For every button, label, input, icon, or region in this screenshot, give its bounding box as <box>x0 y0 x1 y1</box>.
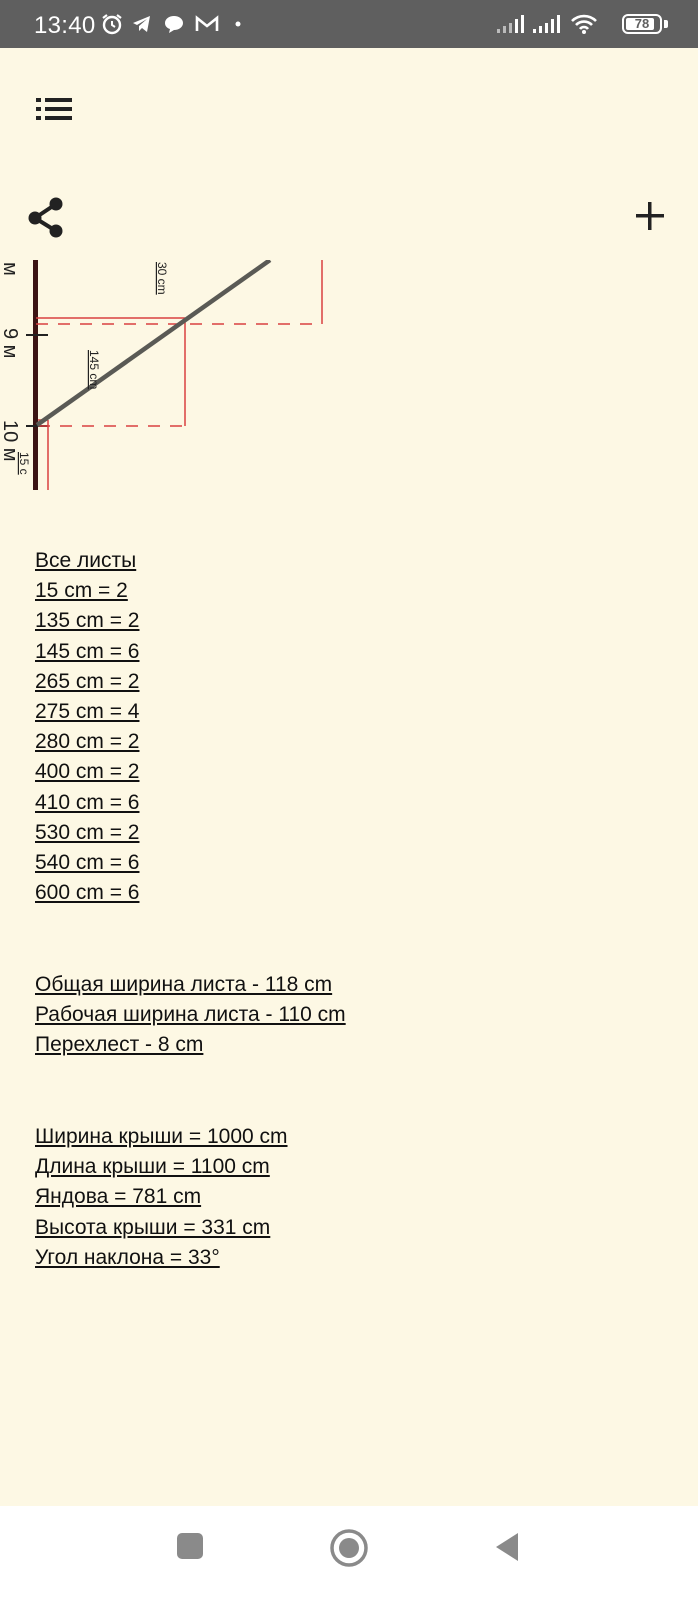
list-item: 540 cm = 6 <box>35 851 140 875</box>
roof-angle: Угол наклона = 33° <box>35 1245 220 1269</box>
battery-tip <box>664 20 668 28</box>
sheet-overlap: Перехлест - 8 cm <box>35 1033 204 1057</box>
status-bar: 13:40 78 <box>0 0 698 48</box>
navigation-bar <box>0 1506 698 1600</box>
label-mark-10: 10 м <box>0 420 21 462</box>
valley-line <box>35 260 272 427</box>
chat-icon <box>165 16 183 33</box>
telegram-icon <box>133 16 150 32</box>
sheet-list-title: Все листы <box>35 549 137 572</box>
list-item: 275 cm = 4 <box>35 700 140 724</box>
status-time: 13:40 <box>34 12 96 39</box>
list-item: 135 cm = 2 <box>35 609 140 633</box>
share-icon <box>28 197 63 238</box>
valley-length: Яндова = 781 cm <box>35 1185 202 1209</box>
label-mark-top: м <box>0 262 21 276</box>
battery-icon: 78 <box>622 14 662 34</box>
label-sheet-length: 145 cm <box>87 350 101 389</box>
add-button[interactable] <box>634 200 666 232</box>
recents-button[interactable] <box>175 1531 205 1566</box>
alarm-icon <box>102 14 122 35</box>
home-icon <box>330 1529 368 1567</box>
list-item: 600 cm = 6 <box>35 881 140 905</box>
list-item: 265 cm = 2 <box>35 669 140 693</box>
menu-icon <box>36 98 72 120</box>
list-item: 15 cm = 2 <box>35 579 128 603</box>
valley-diagram[interactable]: 30 cm 145 cm 15 c м 9 м 10 м <box>0 260 330 490</box>
roof-params: Ширина крыши = 1000 cm Длина крыши = 110… <box>35 1122 288 1273</box>
signal-icon <box>533 15 560 33</box>
roof-height: Высота крыши = 331 cm <box>35 1215 271 1239</box>
sheet-total-width: Общая ширина листа - 118 cm <box>35 973 333 996</box>
battery-level: 78 <box>634 16 650 31</box>
gmail-icon <box>195 15 219 31</box>
dot-icon <box>235 21 241 27</box>
list-item: 145 cm = 6 <box>35 639 140 663</box>
list-item: 530 cm = 2 <box>35 820 140 844</box>
label-top-width: 30 cm <box>155 262 169 295</box>
sheet-working-width: Рабочая ширина листа - 110 cm <box>35 1003 346 1027</box>
list-item: 400 cm = 2 <box>35 760 140 784</box>
back-icon <box>496 1533 518 1561</box>
list-item: 410 cm = 6 <box>35 790 140 814</box>
wifi-icon <box>571 14 597 34</box>
share-button[interactable] <box>26 196 66 240</box>
signal-icon <box>497 15 524 33</box>
label-mark-9: 9 м <box>0 328 21 358</box>
plus-icon <box>636 202 664 230</box>
roof-length: Длина крыши = 1100 cm <box>35 1155 270 1179</box>
sheet-params: Общая ширина листа - 118 cm Рабочая шири… <box>35 970 346 1061</box>
list-item: 280 cm = 2 <box>35 730 140 754</box>
home-button[interactable] <box>329 1528 369 1573</box>
recents-icon <box>177 1533 203 1559</box>
menu-button[interactable] <box>36 96 74 122</box>
rafter-line <box>33 260 38 490</box>
sheet-list: Все листы 15 cm = 2 135 cm = 2 145 cm = … <box>35 546 139 908</box>
roof-width: Ширина крыши = 1000 cm <box>35 1125 288 1148</box>
back-button[interactable] <box>492 1530 522 1569</box>
